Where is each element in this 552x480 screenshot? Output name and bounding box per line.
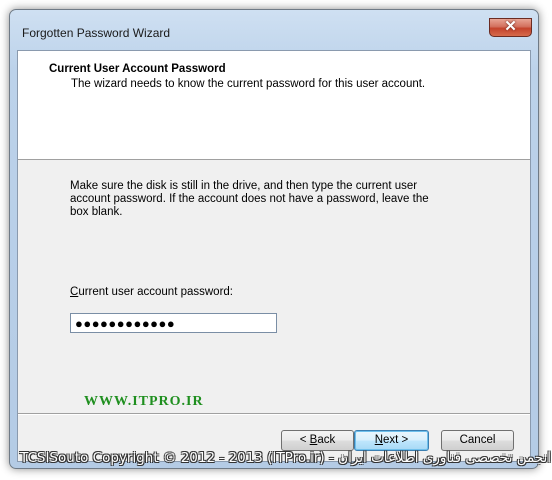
close-button[interactable]: ✕ xyxy=(489,18,532,37)
cancel-button[interactable]: Cancel xyxy=(441,430,514,451)
wizard-header: Current User Account Password The wizard… xyxy=(18,51,530,160)
wizard-client-area: Current User Account Password The wizard… xyxy=(17,50,531,462)
title-bar[interactable]: Forgotten Password Wizard ✕ xyxy=(10,10,538,50)
wizard-window: Forgotten Password Wizard ✕ Current User… xyxy=(9,9,539,469)
watermark-text: WWW.ITPRO.IR xyxy=(84,394,204,409)
button-separator xyxy=(18,413,530,415)
password-label: Current user account password: xyxy=(70,286,233,298)
password-label-text: urrent user account password: xyxy=(78,286,234,298)
next-button[interactable]: Next > xyxy=(354,430,429,451)
password-input[interactable] xyxy=(70,313,277,333)
copyright-footer: TCSISouto Copyright © 2012 - 2013 (ITPro… xyxy=(20,450,552,466)
page-title: Current User Account Password xyxy=(49,63,226,75)
page-subtitle: The wizard needs to know the current pas… xyxy=(71,78,426,90)
close-icon: ✕ xyxy=(504,18,517,35)
instructions-text: Make sure the disk is still in the drive… xyxy=(70,180,429,218)
back-button[interactable]: < Back xyxy=(281,430,354,451)
window-title: Forgotten Password Wizard xyxy=(22,26,171,40)
